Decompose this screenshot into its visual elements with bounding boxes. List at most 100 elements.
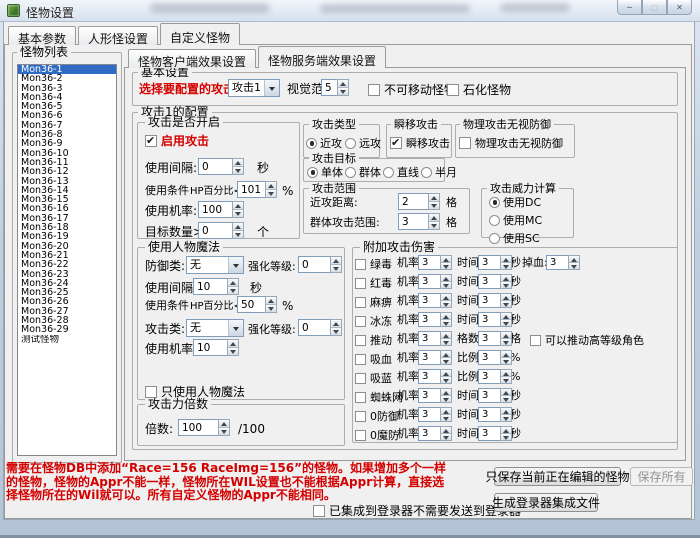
spin-up-icon[interactable] <box>501 408 511 415</box>
hp-percent-spinner[interactable]: 101 <box>237 181 277 198</box>
extra-chance-spinner[interactable]: 3 <box>418 274 452 289</box>
attack-magic-combo[interactable]: 无 <box>186 319 244 337</box>
spin-down-icon[interactable] <box>441 301 451 307</box>
dropdown-arrow-icon[interactable] <box>228 320 243 336</box>
main-tab-0[interactable]: 基本参数 <box>8 26 76 45</box>
spin-up-icon[interactable] <box>233 202 243 210</box>
attack-target-radio[interactable]: 直线 <box>383 164 419 180</box>
spin-down-icon[interactable] <box>441 320 451 326</box>
spin-down-icon[interactable] <box>233 231 243 238</box>
extra-damage-checkbox-0魔防[interactable]: 0魔防 <box>355 427 399 443</box>
extra-hpdrop-spinner[interactable]: 3 <box>546 255 580 270</box>
monster-list-item[interactable]: Mon36-26 <box>18 297 116 306</box>
spin-up-icon[interactable] <box>266 297 276 305</box>
attack-level-spinner[interactable]: 0 <box>298 319 342 336</box>
spin-down-icon[interactable] <box>501 415 511 421</box>
extra-chance-spinner[interactable]: 3 <box>418 312 452 327</box>
spin-down-icon[interactable] <box>501 396 511 402</box>
immovable-monster-checkbox[interactable]: 不可移动怪物 <box>368 81 456 98</box>
extra-value-spinner[interactable]: 3 <box>478 255 512 270</box>
monster-list-item[interactable]: Mon36-23 <box>18 270 116 279</box>
spin-down-icon[interactable] <box>501 282 511 288</box>
extra-chance-spinner[interactable]: 3 <box>418 369 452 384</box>
monster-list-item[interactable]: Mon36-11 <box>18 158 116 167</box>
monster-list-item[interactable]: Mon36-16 <box>18 204 116 213</box>
generate-launcher-file-button[interactable]: 生成登录器集成文件 <box>494 493 598 512</box>
monster-list-item[interactable]: 测试怪物 <box>18 335 116 344</box>
spin-up-icon[interactable] <box>233 159 243 167</box>
spin-up-icon[interactable] <box>441 294 451 301</box>
close-button[interactable]: ✕ <box>667 0 692 15</box>
spin-down-icon[interactable] <box>501 263 511 269</box>
spin-down-icon[interactable] <box>441 377 451 383</box>
spin-down-icon[interactable] <box>429 202 439 209</box>
spin-down-icon[interactable] <box>501 434 511 440</box>
spin-down-icon[interactable] <box>441 358 451 364</box>
extra-chance-spinner[interactable]: 3 <box>418 388 452 403</box>
spin-up-icon[interactable] <box>501 256 511 263</box>
spin-up-icon[interactable] <box>441 370 451 377</box>
spin-down-icon[interactable] <box>429 222 439 229</box>
spin-up-icon[interactable] <box>501 294 511 301</box>
extra-value-spinner[interactable]: 3 <box>478 274 512 289</box>
monster-list-item[interactable]: Mon36-4 <box>18 93 116 102</box>
monster-list-item[interactable]: Mon36-13 <box>18 177 116 186</box>
monster-list-item[interactable]: Mon36-22 <box>18 260 116 269</box>
monster-list-item[interactable]: Mon36-12 <box>18 167 116 176</box>
extra-damage-checkbox-推动[interactable]: 推动 <box>355 332 392 348</box>
petrify-monster-checkbox[interactable]: 石化怪物 <box>447 81 511 98</box>
attack-target-radio[interactable]: 单体 <box>307 164 343 180</box>
spin-down-icon[interactable] <box>228 348 238 355</box>
use-chance-spinner[interactable]: 100 <box>198 201 244 218</box>
teleport-attack-checkbox[interactable]: 瞬移攻击 <box>390 135 450 151</box>
spin-up-icon[interactable] <box>569 256 579 263</box>
spin-down-icon[interactable] <box>501 358 511 364</box>
spin-down-icon[interactable] <box>441 339 451 345</box>
monster-list-item[interactable]: Mon36-10 <box>18 149 116 158</box>
monster-list-item[interactable]: Mon36-28 <box>18 316 116 325</box>
spin-down-icon[interactable] <box>569 263 579 269</box>
minimize-button[interactable]: ─ <box>617 0 642 15</box>
magic-interval-spinner[interactable]: 10 <box>193 278 239 295</box>
extra-damage-checkbox-蜘蛛网[interactable]: 蜘蛛网 <box>355 389 403 405</box>
area-range-spinner[interactable]: 3 <box>398 213 440 230</box>
ignore-defense-checkbox[interactable]: 物理攻击无视防御 <box>459 135 563 151</box>
spin-down-icon[interactable] <box>501 339 511 345</box>
integrated-launcher-checkbox[interactable]: 已集成到登录器不需要发送到登录器 <box>313 502 521 519</box>
extra-damage-checkbox-吸血[interactable]: 吸血 <box>355 351 392 367</box>
spin-up-icon[interactable] <box>233 223 243 231</box>
magic-chance-spinner[interactable]: 10 <box>193 339 239 356</box>
spin-down-icon[interactable] <box>501 320 511 326</box>
extra-damage-checkbox-0防御[interactable]: 0防御 <box>355 408 399 424</box>
attack-target-radio[interactable]: 群体 <box>345 164 381 180</box>
monster-list-item[interactable]: Mon36-17 <box>18 214 116 223</box>
spin-down-icon[interactable] <box>233 167 243 174</box>
spin-up-icon[interactable] <box>228 340 238 348</box>
extra-value-spinner[interactable]: 3 <box>478 331 512 346</box>
extra-chance-spinner[interactable]: 3 <box>418 331 452 346</box>
use-interval-spinner[interactable]: 0 <box>198 158 244 175</box>
monster-list-item[interactable]: Mon36-5 <box>18 102 116 111</box>
monster-list-item[interactable]: Mon36-20 <box>18 242 116 251</box>
push-high-level-checkbox[interactable]: 可以推动高等级角色 <box>530 332 644 348</box>
melee-distance-spinner[interactable]: 2 <box>398 193 440 210</box>
extra-damage-checkbox-红毒[interactable]: 红毒 <box>355 275 392 291</box>
spin-down-icon[interactable] <box>501 377 511 383</box>
monster-list-item[interactable]: Mon36-15 <box>18 195 116 204</box>
monster-list-item[interactable]: Mon36-29 <box>18 325 116 334</box>
spin-up-icon[interactable] <box>338 80 348 88</box>
attack-select-combo[interactable]: 攻击1 <box>228 79 280 97</box>
monster-list-item[interactable]: Mon36-6 <box>18 111 116 120</box>
attack-type-radio[interactable]: 远攻 <box>345 135 381 151</box>
main-tab-2[interactable]: 自定义怪物 <box>160 23 240 45</box>
monster-list-item[interactable]: Mon36-7 <box>18 121 116 130</box>
defense-magic-combo[interactable]: 无 <box>186 256 244 274</box>
extra-chance-spinner[interactable]: 3 <box>418 293 452 308</box>
spin-up-icon[interactable] <box>441 313 451 320</box>
extra-value-spinner[interactable]: 3 <box>478 312 512 327</box>
monster-list-item[interactable]: Mon36-27 <box>18 307 116 316</box>
spin-up-icon[interactable] <box>441 408 451 415</box>
defense-level-spinner[interactable]: 0 <box>298 256 342 273</box>
vision-range-spinner[interactable]: 5 <box>321 79 349 96</box>
spin-up-icon[interactable] <box>441 389 451 396</box>
